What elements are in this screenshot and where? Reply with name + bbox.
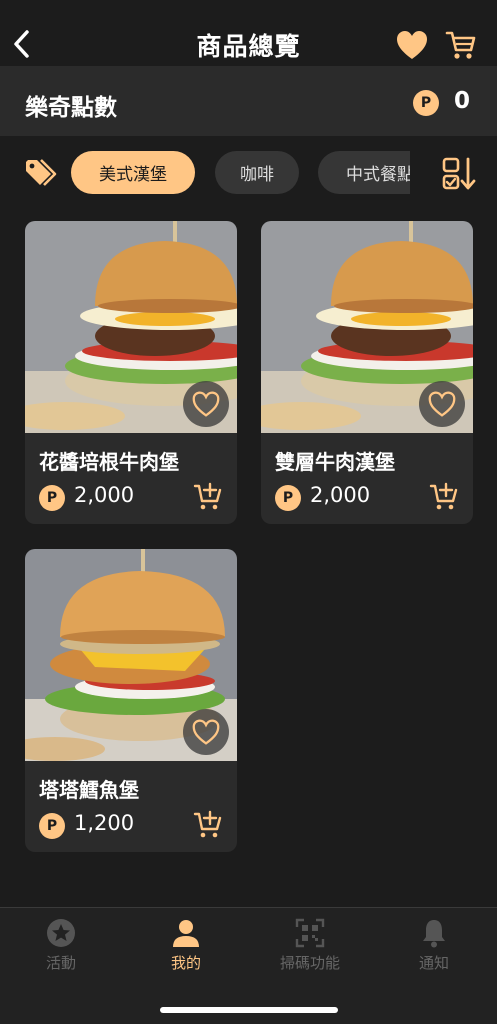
nav-item-scan[interactable]: 掃碼功能	[260, 918, 360, 973]
product-price: 2,000	[310, 483, 371, 507]
category-tab-chinese-meals[interactable]: 中式餐點	[318, 151, 410, 194]
favorites-button[interactable]	[395, 29, 429, 61]
heart-outline-icon	[428, 391, 456, 417]
favorite-button[interactable]	[183, 381, 229, 427]
points-coin-icon: P	[413, 90, 439, 116]
add-to-cart-button[interactable]	[193, 482, 223, 512]
product-name: 花醬培根牛肉堡	[39, 450, 179, 474]
star-icon	[47, 919, 75, 947]
nav-item-notifications[interactable]: 通知	[384, 918, 484, 973]
cart-icon	[445, 31, 476, 59]
points-coin-icon: P	[39, 485, 65, 511]
qr-code-icon	[295, 918, 325, 948]
product-card[interactable]: 雙層牛肉漢堡 P 2,000	[261, 221, 473, 524]
add-to-cart-button[interactable]	[193, 810, 223, 840]
nav-label: 我的	[170, 954, 201, 972]
points-coin-icon: P	[275, 485, 301, 511]
product-name: 雙層牛肉漢堡	[275, 450, 395, 474]
nav-item-mine[interactable]: 我的	[136, 918, 236, 973]
tag-icon	[26, 159, 57, 186]
points-label: 樂奇點數	[25, 95, 117, 121]
favorite-button[interactable]	[419, 381, 465, 427]
add-to-cart-button[interactable]	[429, 482, 459, 512]
cart-button[interactable]	[444, 28, 478, 62]
sort-button[interactable]	[440, 156, 478, 192]
points-value: 0	[454, 88, 471, 114]
heart-outline-icon	[192, 719, 220, 745]
home-indicator	[160, 1007, 338, 1013]
nav-label: 活動	[45, 954, 76, 972]
bell-icon	[423, 920, 445, 948]
category-tabs: 美式漢堡 咖啡 中式餐點	[70, 150, 410, 196]
product-name: 塔塔鱈魚堡	[39, 778, 139, 802]
sort-icon	[442, 157, 476, 190]
heart-icon	[397, 31, 427, 59]
nav-label: 通知	[418, 954, 449, 972]
category-filter-button[interactable]	[24, 158, 60, 190]
nav-label: 掃碼功能	[279, 954, 340, 972]
nav-item-events[interactable]: 活動	[11, 918, 111, 973]
points-coin-icon: P	[39, 813, 65, 839]
category-tab-coffee[interactable]: 咖啡	[215, 151, 299, 194]
person-icon	[173, 920, 199, 947]
product-card[interactable]: 花醬培根牛肉堡 P 2,000	[25, 221, 237, 524]
product-price: 1,200	[74, 811, 135, 835]
add-to-cart-icon	[429, 482, 458, 510]
add-to-cart-icon	[193, 810, 222, 838]
add-to-cart-icon	[193, 482, 222, 510]
favorite-button[interactable]	[183, 709, 229, 755]
product-price: 2,000	[74, 483, 135, 507]
product-card[interactable]: 塔塔鱈魚堡 P 1,200	[25, 549, 237, 852]
heart-outline-icon	[192, 391, 220, 417]
category-tab-american-burger[interactable]: 美式漢堡	[71, 151, 195, 194]
